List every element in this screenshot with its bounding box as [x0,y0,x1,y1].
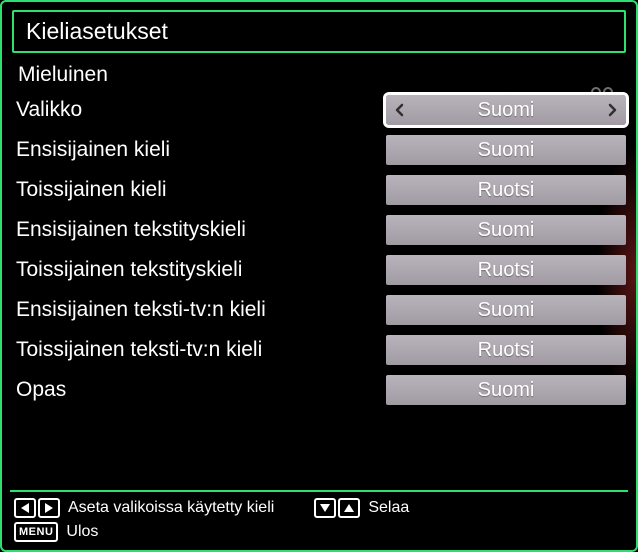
hint-row-2: MENU Ulos [14,522,624,542]
setting-row[interactable]: Opas Suomi [12,375,626,405]
setting-row[interactable]: Toissijainen tekstityskieli Ruotsi [12,255,626,285]
chevron-right-icon[interactable] [600,95,624,125]
setting-row[interactable]: Toissijainen kieli Ruotsi [12,175,626,205]
setting-row[interactable]: Ensisijainen teksti-tv:n kieli Suomi [12,295,626,325]
setting-label: Valikko [12,98,386,122]
setting-value[interactable]: Suomi [386,375,626,405]
setting-value[interactable]: Suomi [386,215,626,245]
settings-screen: Kieliasetukset Mieluinen ValikkoSuomiEns… [0,0,638,552]
settings-list: Valikko Suomi Ensisijainen kieli Suomi Toiss… [12,95,626,480]
setting-label: Ensisijainen teksti-tv:n kieli [12,298,386,322]
setting-value-text: Ruotsi [478,179,535,202]
setting-row[interactable]: Toissijainen teksti-tv:n kieli Ruotsi [12,335,626,365]
setting-value[interactable]: Ruotsi [386,175,626,205]
setting-value[interactable]: Suomi [386,295,626,325]
setting-value-text: Suomi [478,379,535,402]
footer-hints: Aseta valikoissa käytetty kieli Selaa ME… [12,498,626,542]
down-up-keys-icon [314,498,360,518]
divider [10,490,628,492]
setting-value-text: Suomi [478,99,535,122]
setting-label: Ensisijainen tekstityskieli [12,218,386,242]
setting-row[interactable]: Valikko Suomi [12,95,626,125]
setting-value-text: Ruotsi [478,339,535,362]
hint-row-1: Aseta valikoissa käytetty kieli Selaa [14,498,624,518]
setting-row[interactable]: Ensisijainen kieli Suomi [12,135,626,165]
setting-label: Ensisijainen kieli [12,138,386,162]
setting-value-text: Suomi [478,219,535,242]
setting-label: Toissijainen kieli [12,178,386,202]
setting-row[interactable]: Ensisijainen tekstityskieli Suomi [12,215,626,245]
hint-leftright-text: Aseta valikoissa käytetty kieli [68,499,274,517]
setting-value-text: Suomi [478,139,535,162]
setting-value[interactable]: Ruotsi [386,335,626,365]
setting-label: Toissijainen tekstityskieli [12,258,386,282]
chevron-left-icon[interactable] [388,95,412,125]
setting-value[interactable]: Ruotsi [386,255,626,285]
hint-updown-text: Selaa [368,499,409,517]
page-title: Kieliasetukset [12,10,626,53]
left-right-keys-icon [14,498,60,518]
section-heading: Mieluinen [18,63,626,87]
setting-label: Toissijainen teksti-tv:n kieli [12,338,386,362]
menu-key-icon: MENU [14,522,58,542]
title-text: Kieliasetukset [26,18,168,44]
setting-value-text: Suomi [478,299,535,322]
setting-value-text: Ruotsi [478,259,535,282]
setting-value[interactable]: Suomi [386,95,626,125]
setting-label: Opas [12,378,386,402]
hint-menu-text: Ulos [66,523,98,541]
setting-value[interactable]: Suomi [386,135,626,165]
